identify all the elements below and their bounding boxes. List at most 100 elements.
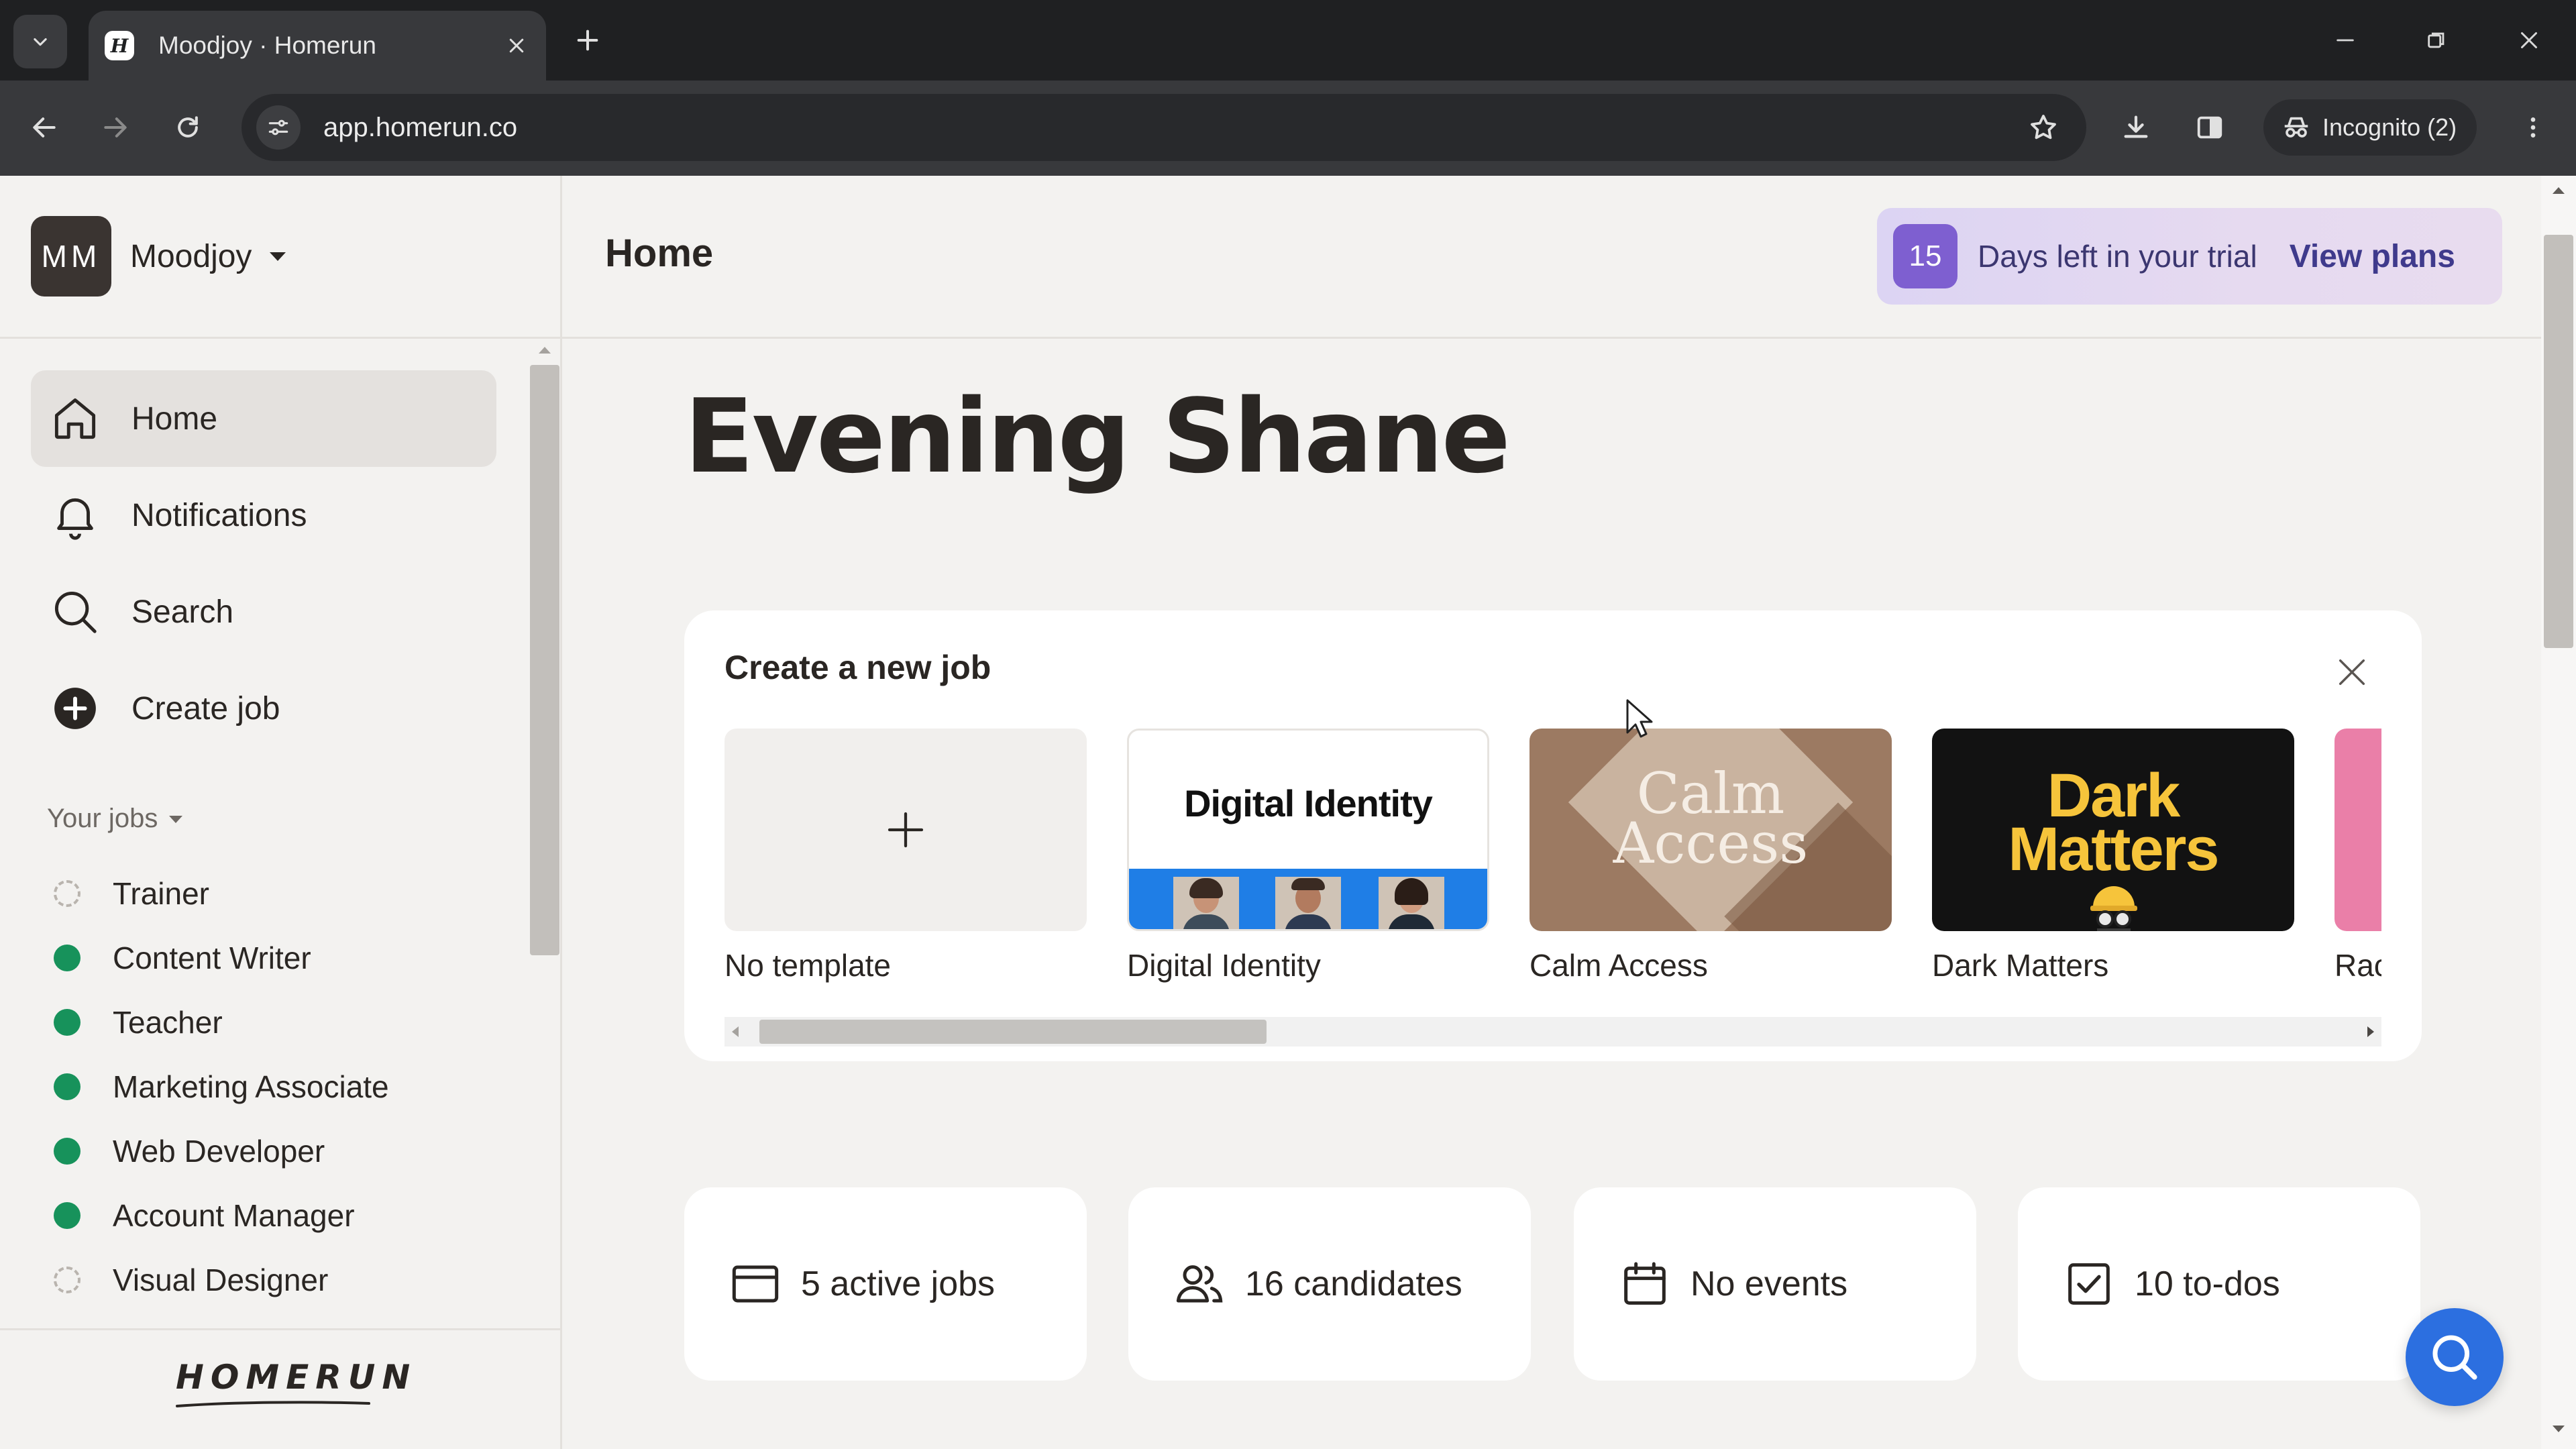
job-status-draft-icon: [54, 880, 80, 907]
thumbnail-title: Digital Identity: [1184, 782, 1433, 824]
arrow-left-icon: [30, 113, 59, 142]
forward-button[interactable]: [94, 106, 137, 149]
template-thumbnail: Calm Access: [1529, 729, 1892, 931]
arrow-right-icon: [101, 113, 130, 142]
sidebar-item-create-job[interactable]: Create job: [31, 660, 496, 757]
sidebar-divider: [0, 337, 560, 339]
template-thumbnail: [2334, 729, 2381, 931]
side-panel-icon: [2194, 112, 2225, 143]
stat-events[interactable]: No events: [1574, 1187, 1976, 1381]
person-photo-icon: [1275, 877, 1341, 929]
scroll-left-arrow-icon[interactable]: [730, 1025, 741, 1038]
sidebar-item-home[interactable]: Home: [31, 370, 496, 467]
help-search-button[interactable]: [2406, 1308, 2504, 1406]
stat-candidates[interactable]: 16 candidates: [1128, 1187, 1531, 1381]
incognito-indicator[interactable]: Incognito (2): [2263, 99, 2477, 156]
create-job-card: Create a new job No template Digital Ide…: [684, 610, 2422, 1061]
job-label: Web Developer: [113, 1134, 325, 1169]
job-item-trainer[interactable]: Trainer: [54, 861, 496, 926]
template-digital-identity[interactable]: Digital Identity Digital Identity: [1127, 729, 1489, 983]
job-item-web-developer[interactable]: Web Developer: [54, 1119, 496, 1183]
template-dark-matters[interactable]: Dark Matters Dark Matters: [1932, 729, 2294, 983]
reload-button[interactable]: [166, 106, 209, 149]
plus-circle-icon: [48, 682, 102, 735]
bookmark-star-icon[interactable]: [2023, 107, 2063, 148]
main-scrollbar-thumb[interactable]: [2544, 235, 2573, 648]
job-item-teacher[interactable]: Teacher: [54, 990, 496, 1055]
browser-tab[interactable]: H Moodjoy · Homerun: [89, 11, 546, 80]
workspace-avatar: MM: [31, 216, 111, 297]
browser-toolbar: app.homerun.co Incognito (2): [0, 80, 2576, 176]
home-icon: [48, 392, 102, 445]
thumbnail-title-line: Matters: [2008, 815, 2219, 883]
bell-icon: [48, 488, 102, 542]
sidebar-scrollbar[interactable]: [530, 345, 559, 1324]
job-item-content-writer[interactable]: Content Writer: [54, 926, 496, 990]
thumbnail-title: Dark Matters: [1932, 765, 2294, 883]
sidebar-item-search[interactable]: Search: [31, 564, 496, 660]
job-item-visual-designer[interactable]: Visual Designer: [54, 1248, 496, 1312]
chevron-down-icon: [31, 32, 50, 51]
job-item-marketing-associate[interactable]: Marketing Associate: [54, 1055, 496, 1119]
search-icon: [48, 585, 102, 639]
template-carousel: No template Digital Identity Digital Ide…: [724, 729, 2381, 1010]
carousel-scrollbar-thumb[interactable]: [759, 1020, 1267, 1044]
scroll-right-arrow-icon[interactable]: [2365, 1025, 2376, 1038]
job-status-draft-icon: [54, 1267, 80, 1293]
template-calm-access[interactable]: Calm Access Calm Access: [1529, 729, 1892, 983]
template-no-template[interactable]: No template: [724, 729, 1087, 983]
side-panel-button[interactable]: [2188, 106, 2231, 149]
stat-active-jobs[interactable]: 5 active jobs: [684, 1187, 1087, 1381]
address-bar[interactable]: app.homerun.co: [241, 94, 2086, 161]
downloads-button[interactable]: [2114, 106, 2157, 149]
view-plans-link[interactable]: View plans: [2290, 238, 2455, 275]
sidebar-footer-divider: [0, 1328, 560, 1330]
restore-icon: [2425, 29, 2448, 52]
sidebar-nav: Home Notifications Search Create job: [31, 370, 496, 757]
template-carousel-scrollbar[interactable]: [724, 1017, 2381, 1046]
main-scrollbar[interactable]: [2541, 176, 2576, 1449]
browser-menu-button[interactable]: [2512, 106, 2555, 149]
sidebar-item-label: Notifications: [131, 497, 307, 533]
template-label: Dark Matters: [1932, 948, 2109, 983]
job-label: Visual Designer: [113, 1263, 329, 1297]
tab-title: Moodjoy · Homerun: [158, 32, 376, 59]
minimize-button[interactable]: [2325, 20, 2365, 60]
calendar-icon: [1618, 1257, 1672, 1311]
restore-button[interactable]: [2416, 20, 2457, 60]
character-helmet-icon: [2089, 880, 2139, 931]
close-icon[interactable]: [2332, 652, 2372, 692]
plus-icon: [574, 27, 601, 54]
scroll-down-arrow-icon[interactable]: [2551, 1424, 2567, 1434]
job-item-account-manager[interactable]: Account Manager: [54, 1183, 496, 1248]
back-button[interactable]: [23, 106, 66, 149]
template-label: Calm Access: [1529, 948, 1708, 983]
app-viewport: MM Moodjoy Home Notifications Search Cre…: [0, 176, 2576, 1449]
job-status-live-icon: [54, 1009, 80, 1036]
stat-todos[interactable]: 10 to-dos: [2018, 1187, 2420, 1381]
tab-close-icon[interactable]: [503, 32, 530, 59]
job-status-live-icon: [54, 1073, 80, 1100]
new-tab-button[interactable]: [568, 20, 608, 60]
close-window-button[interactable]: [2509, 20, 2549, 60]
your-jobs-toggle[interactable]: Your jobs: [47, 804, 184, 834]
your-jobs-label: Your jobs: [47, 804, 158, 833]
scroll-up-arrow-icon[interactable]: [2551, 185, 2567, 196]
template-thumbnail: Digital Identity: [1127, 729, 1489, 931]
template-thumbnail: Dark Matters: [1932, 729, 2294, 931]
template-thumbnail: [724, 729, 1087, 931]
search-icon: [2426, 1329, 2483, 1385]
users-icon: [1173, 1257, 1226, 1311]
template-partial[interactable]: Rac: [2334, 729, 2381, 983]
plus-icon: [884, 808, 927, 851]
caret-down-icon: [268, 250, 288, 263]
job-label: Marketing Associate: [113, 1069, 389, 1104]
tab-search-button[interactable]: [13, 15, 67, 68]
sidebar-item-notifications[interactable]: Notifications: [31, 467, 496, 564]
incognito-label: Incognito (2): [2322, 113, 2457, 141]
site-info-icon[interactable]: [256, 105, 301, 150]
workspace-switcher[interactable]: MM Moodjoy: [31, 216, 288, 297]
sidebar-scrollbar-thumb[interactable]: [530, 365, 559, 955]
scroll-up-arrow-icon[interactable]: [537, 345, 553, 356]
create-job-title: Create a new job: [724, 649, 991, 686]
